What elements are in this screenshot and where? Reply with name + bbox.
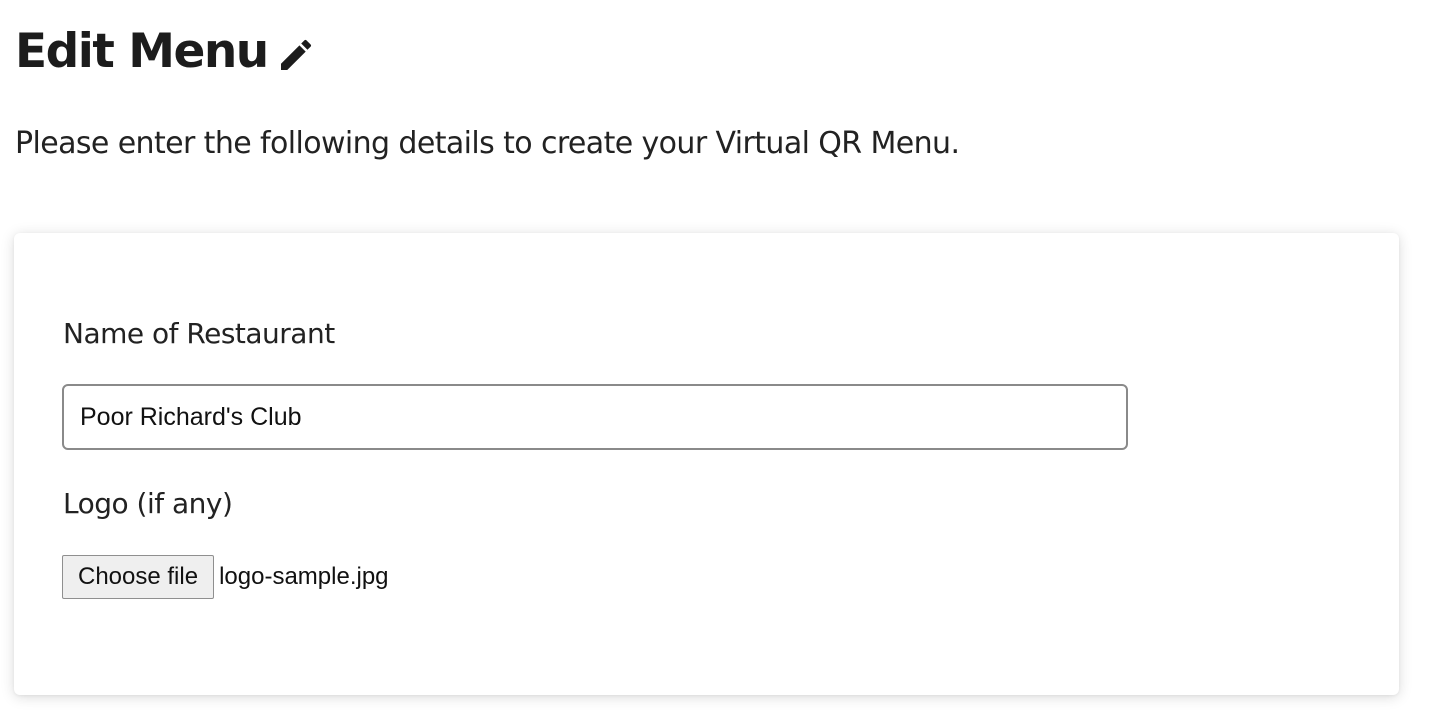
page-subtitle: Please enter the following details to cr… [15, 126, 960, 161]
selected-file-name: logo-sample.jpg [219, 563, 389, 590]
logo-label: Logo (if any) [63, 487, 233, 520]
pencil-icon [276, 35, 316, 75]
menu-form-card: Name of Restaurant Logo (if any) Choose … [14, 233, 1399, 695]
choose-file-button[interactable]: Choose file [62, 555, 215, 599]
page: Edit Menu Please enter the following det… [0, 0, 1434, 718]
page-title: Edit Menu [15, 24, 269, 79]
title-row: Edit Menu [15, 22, 316, 82]
restaurant-name-input[interactable] [62, 384, 1128, 450]
restaurant-name-label: Name of Restaurant [63, 317, 335, 350]
logo-file-picker: Choose file logo-sample.jpg [62, 555, 389, 599]
